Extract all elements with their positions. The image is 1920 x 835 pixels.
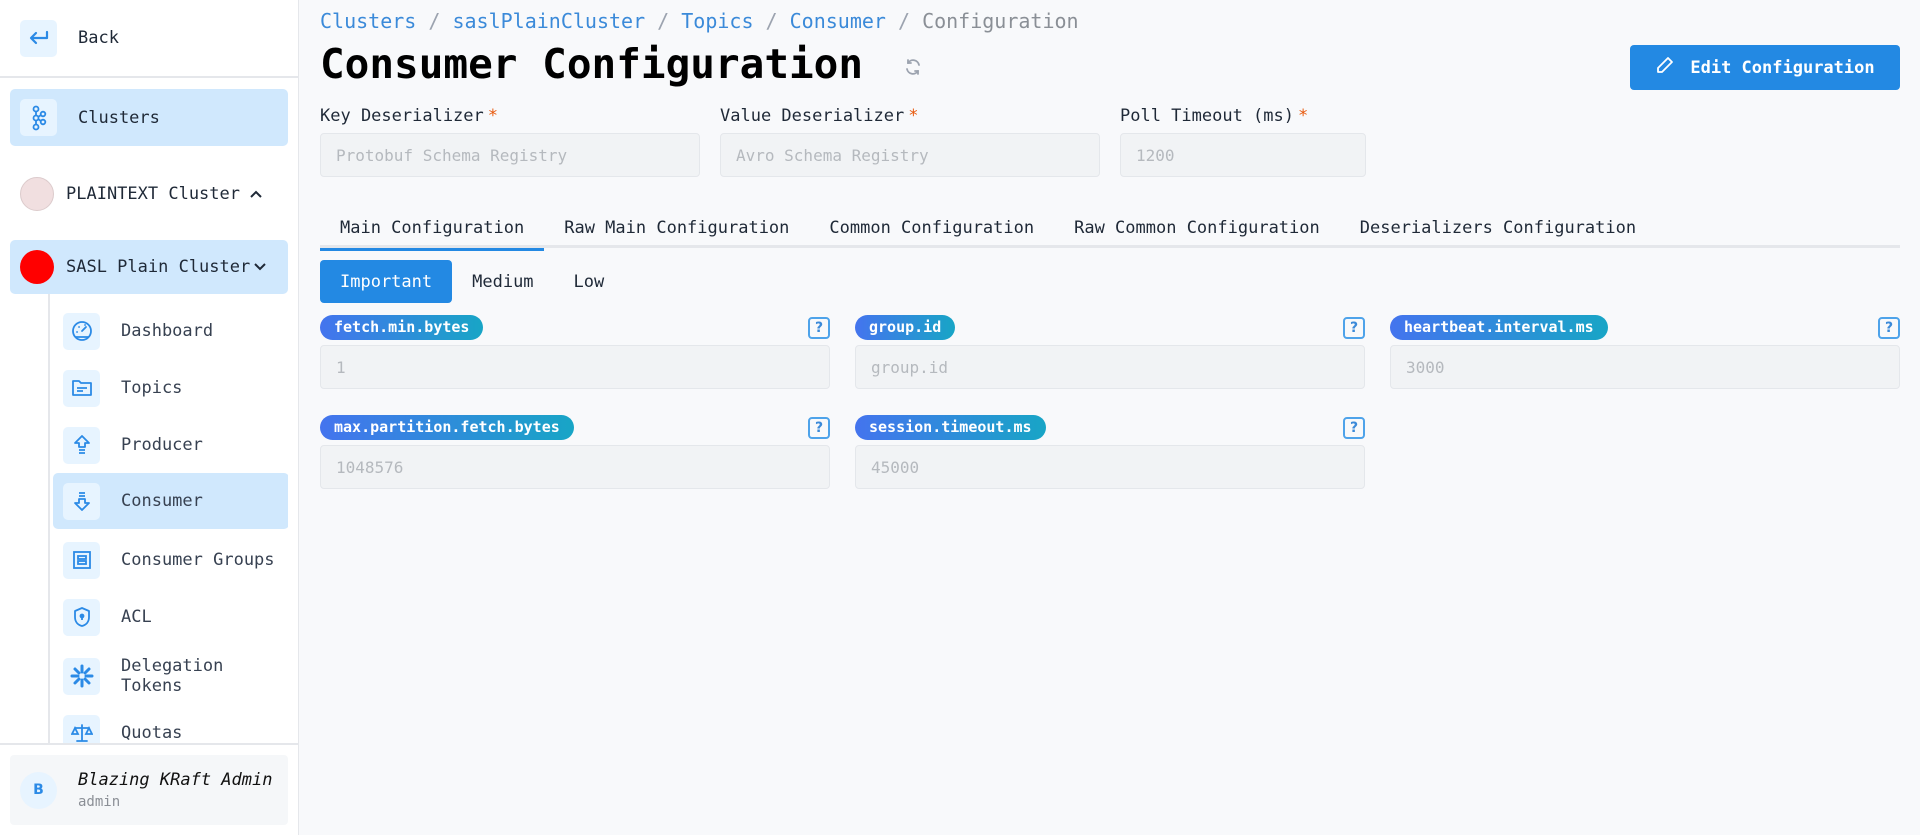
config-value-input[interactable]: 1048576 (320, 445, 830, 489)
poll-timeout-field[interactable]: 1200 (1120, 133, 1366, 177)
breadcrumb-separator: / (885, 9, 923, 33)
help-icon[interactable]: ? (808, 317, 830, 339)
avatar: B (20, 771, 57, 809)
sidebar-item-label: Consumer (121, 491, 203, 511)
tab-common-configuration[interactable]: Common Configuration (809, 207, 1054, 248)
sidebar-divider (0, 743, 299, 745)
help-icon[interactable]: ? (1343, 317, 1365, 339)
cluster-sub-nav[interactable]: Dashboard Topics Producer Consumer Consu… (48, 294, 288, 743)
config-key-badge: group.id (855, 315, 956, 340)
group-box-icon (63, 541, 100, 579)
scale-icon (63, 714, 100, 743)
breadcrumb-cluster[interactable]: saslPlainCluster (452, 9, 645, 33)
user-card[interactable]: B Blazing KRaft Admin admin (10, 755, 288, 825)
importance-medium[interactable]: Medium (452, 260, 553, 303)
breadcrumb: Clusters / saslPlainCluster / Topics / C… (320, 9, 1079, 33)
back-label: Back (78, 28, 119, 48)
sidebar-item-label: Delegation Tokens (121, 656, 224, 696)
chevron-up-icon (250, 187, 262, 202)
config-value-input[interactable]: 1 (320, 345, 830, 389)
sidebar-item-dashboard[interactable]: Dashboard (53, 303, 288, 359)
importance-filter: Important Medium Low (320, 260, 624, 303)
tab-main-configuration[interactable]: Main Configuration (320, 207, 545, 251)
poll-timeout-label: Poll Timeout (ms) * (1120, 106, 1309, 126)
snowflake-icon (63, 657, 100, 695)
user-name: Blazing KRaft Admin (78, 770, 273, 790)
clusters-label: Clusters (78, 107, 160, 128)
refresh-icon[interactable] (903, 57, 923, 77)
help-icon[interactable]: ? (1343, 417, 1365, 439)
edit-configuration-label: Edit Configuration (1690, 57, 1875, 78)
page-title: Consumer Configuration (320, 40, 864, 88)
sidebar-item-delegation-tokens[interactable]: Delegation Tokens (53, 648, 288, 704)
breadcrumb-topics[interactable]: Topics (681, 9, 753, 33)
config-field-group-id: group.id ? group.id (855, 315, 1365, 389)
sidebar-item-label: Consumer Groups (121, 550, 275, 570)
sidebar-item-label: Topics (121, 378, 183, 398)
config-field-heartbeat-interval-ms: heartbeat.interval.ms ? 3000 (1390, 315, 1900, 389)
tab-raw-common-configuration[interactable]: Raw Common Configuration (1054, 207, 1340, 248)
return-arrow-icon (20, 19, 57, 57)
config-key-badge: session.timeout.ms (855, 415, 1046, 440)
breadcrumb-clusters[interactable]: Clusters (320, 9, 416, 33)
cluster-label: SASL Plain Cluster (66, 257, 251, 277)
value-deserializer-field[interactable]: Avro Schema Registry (720, 133, 1100, 177)
breadcrumb-current: Configuration (922, 9, 1079, 33)
upload-arrow-icon (63, 426, 100, 464)
config-key-badge: heartbeat.interval.ms (1390, 315, 1608, 340)
breadcrumb-separator: / (645, 9, 682, 33)
config-value-input[interactable]: 3000 (1390, 345, 1900, 389)
edit-configuration-button[interactable]: Edit Configuration (1630, 45, 1900, 90)
sidebar-item-label: ACL (121, 607, 152, 627)
sidebar: Back Clusters PLAINTEXT Cluster SASL Pla… (0, 0, 299, 835)
config-value-input[interactable]: group.id (855, 345, 1365, 389)
sidebar-item-label: Quotas (121, 723, 183, 743)
config-field-fetch-min-bytes: fetch.min.bytes ? 1 (320, 315, 830, 389)
pencil-icon (1655, 55, 1675, 80)
sidebar-item-topics[interactable]: Topics (53, 360, 288, 416)
importance-important[interactable]: Important (320, 260, 453, 303)
sidebar-item-consumer[interactable]: Consumer (53, 473, 288, 529)
key-deserializer-label: Key Deserializer * (320, 106, 499, 126)
breadcrumb-separator: / (416, 9, 453, 33)
cluster-color-dot (20, 177, 54, 211)
folder-icon (63, 369, 100, 407)
sidebar-item-consumer-groups[interactable]: Consumer Groups (53, 532, 288, 588)
help-icon[interactable]: ? (808, 417, 830, 439)
key-deserializer-field[interactable]: Protobuf Schema Registry (320, 133, 700, 177)
sidebar-item-clusters[interactable]: Clusters (10, 89, 288, 146)
help-icon[interactable]: ? (1878, 317, 1900, 339)
config-tabs: Main Configuration Raw Main Configuratio… (320, 207, 1900, 251)
breadcrumb-consumer[interactable]: Consumer (790, 9, 886, 33)
download-arrow-icon (63, 482, 100, 520)
chevron-down-icon (254, 260, 266, 275)
config-key-badge: fetch.min.bytes (320, 315, 484, 340)
gauge-icon (63, 312, 100, 350)
cluster-color-dot (20, 250, 54, 284)
kafka-icon (20, 99, 57, 136)
tab-raw-main-configuration[interactable]: Raw Main Configuration (544, 207, 809, 248)
sidebar-item-producer[interactable]: Producer (53, 417, 288, 473)
config-key-badge: max.partition.fetch.bytes (320, 415, 574, 440)
cluster-plaintext[interactable]: PLAINTEXT Cluster (10, 167, 288, 221)
config-value-input[interactable]: 45000 (855, 445, 1365, 489)
config-field-max-partition-fetch-bytes: max.partition.fetch.bytes ? 1048576 (320, 415, 830, 489)
main-content: Clusters / saslPlainCluster / Topics / C… (300, 0, 1920, 835)
config-field-session-timeout-ms: session.timeout.ms ? 45000 (855, 415, 1365, 489)
sidebar-item-label: Dashboard (121, 321, 214, 341)
cluster-sasl-plain[interactable]: SASL Plain Cluster (10, 240, 288, 294)
sidebar-item-acl[interactable]: ACL (53, 589, 288, 645)
value-deserializer-label: Value Deserializer * (720, 106, 919, 126)
sidebar-item-quotas[interactable]: Quotas (53, 705, 288, 743)
breadcrumb-separator: / (753, 9, 790, 33)
sidebar-item-label: Producer (121, 435, 203, 455)
user-role: admin (78, 794, 121, 810)
importance-low[interactable]: Low (554, 260, 625, 303)
shield-icon (63, 598, 100, 636)
tab-deserializers-configuration[interactable]: Deserializers Configuration (1340, 207, 1656, 248)
back-button[interactable]: Back (0, 0, 299, 78)
cluster-label: PLAINTEXT Cluster (66, 184, 240, 204)
